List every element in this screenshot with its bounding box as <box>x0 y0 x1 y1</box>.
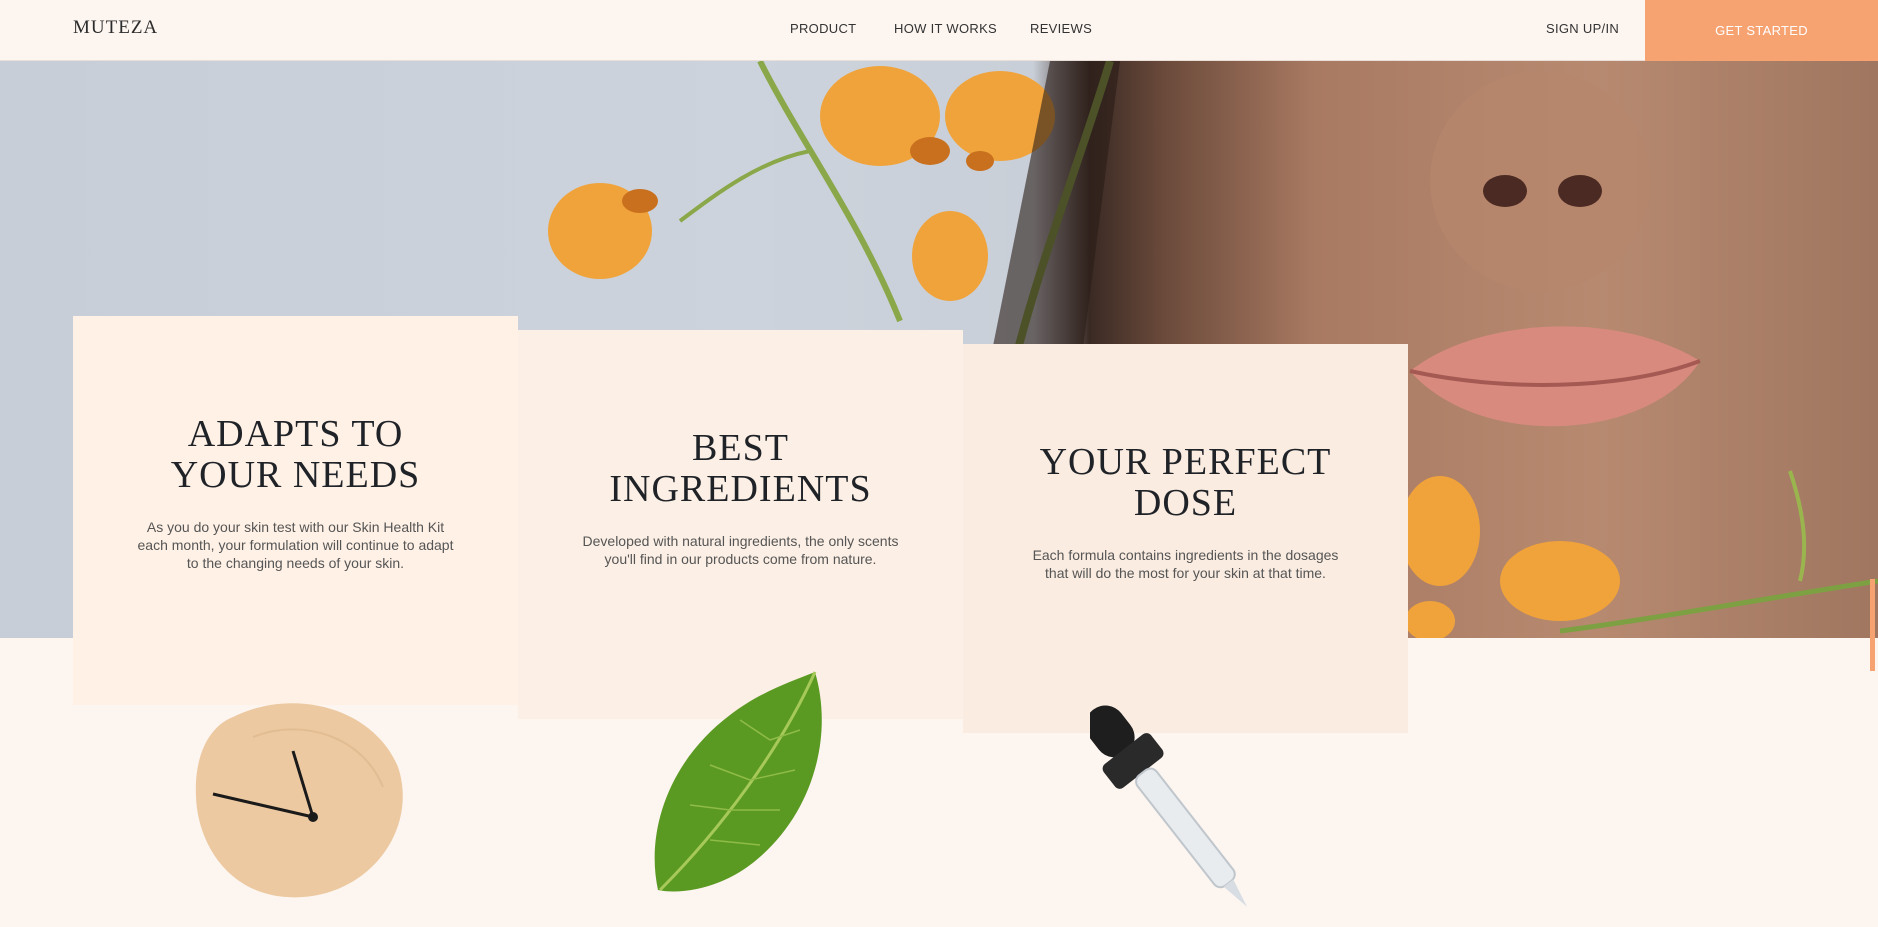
scroll-indicator[interactable] <box>1870 579 1875 671</box>
feature-card-ingredients: BEST INGREDIENTS Developed with natural … <box>518 330 963 719</box>
feature-card-dose: YOUR PERFECT DOSE Each formula contains … <box>963 344 1408 733</box>
leaf-icon <box>654 671 822 892</box>
feature-title: ADAPTS TO YOUR NEEDS <box>170 413 421 496</box>
nav-how-it-works[interactable]: HOW IT WORKS <box>894 21 997 36</box>
clock-icon <box>195 703 403 898</box>
nav-reviews[interactable]: REVIEWS <box>1030 21 1092 36</box>
feature-description: Each formula contains ingredients in the… <box>1032 547 1339 581</box>
feature-title: YOUR PERFECT DOSE <box>1039 441 1332 524</box>
nav-product[interactable]: PRODUCT <box>790 21 856 36</box>
sign-in-link[interactable]: SIGN UP/IN <box>1546 21 1619 36</box>
dropper-icon <box>1090 705 1247 907</box>
feature-title: BEST INGREDIENTS <box>609 427 872 510</box>
site-header: MUTEZA PRODUCT HOW IT WORKS REVIEWS SIGN… <box>0 0 1878 61</box>
get-started-button[interactable]: GET STARTED <box>1645 0 1878 61</box>
feature-description: As you do your skin test with our Skin H… <box>137 519 454 571</box>
feature-description: Developed with natural ingredients, the … <box>582 533 899 567</box>
feature-card-adapts: ADAPTS TO YOUR NEEDS As you do your skin… <box>73 316 518 705</box>
logo[interactable]: MUTEZA <box>73 17 158 39</box>
